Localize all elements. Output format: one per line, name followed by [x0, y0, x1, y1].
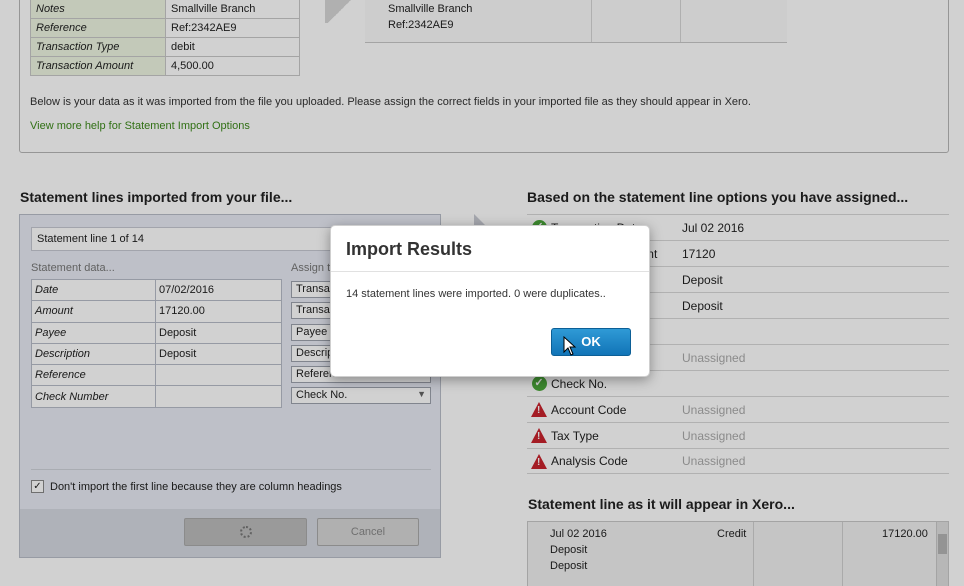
import-results-dialog: Import Results 14 statement lines were i…: [330, 225, 650, 377]
dialog-message: 14 statement lines were imported. 0 were…: [346, 288, 606, 300]
dialog-title: Import Results: [346, 239, 473, 259]
divider: [331, 271, 649, 272]
mouse-cursor-icon: [563, 336, 577, 356]
